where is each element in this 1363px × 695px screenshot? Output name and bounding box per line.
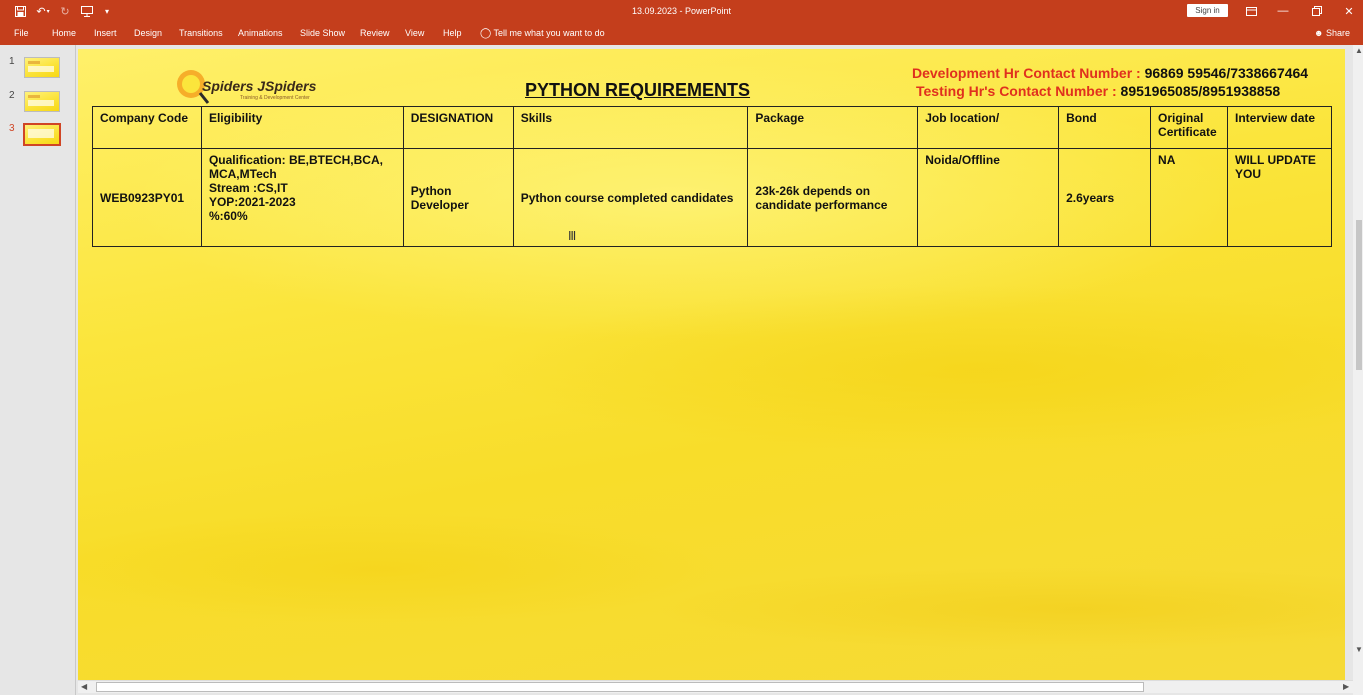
restore-icon[interactable] xyxy=(1302,0,1332,22)
dev-hr-label: Development Hr Contact Number : xyxy=(912,65,1145,81)
header-eligibility: Eligibility xyxy=(200,106,404,149)
slide-thumbnail-pane: 1 2 3 xyxy=(0,45,76,695)
logo-subtext: Training & Development Center xyxy=(240,95,310,101)
header-job-location: Job location/ xyxy=(917,106,1060,149)
slide-thumbnail-2[interactable] xyxy=(24,91,60,112)
dev-hr-number: 96869 59546/7338667464 xyxy=(1144,65,1309,81)
cell-skills: Python course completed candidates xyxy=(512,148,749,247)
tab-design[interactable]: Design xyxy=(134,22,162,45)
header-interview-date: Interview date xyxy=(1227,106,1332,149)
lightbulb-icon: ◯ xyxy=(480,28,492,39)
vertical-scrollbar[interactable] xyxy=(1353,45,1363,695)
window-title: 13.09.2023 - PowerPoint xyxy=(631,6,732,16)
cell-original-certificate: NA xyxy=(1150,148,1229,247)
header-designation: DESIGNATION xyxy=(402,106,514,149)
eligibility-line: YOP:2021-2023 xyxy=(208,195,296,209)
cell-company-code: WEB0923PY01 xyxy=(92,148,202,247)
header-skills: Skills xyxy=(512,106,749,149)
interview-date-line: YOU xyxy=(1235,167,1262,181)
share-button[interactable]: ☻ Share xyxy=(1314,22,1350,45)
tab-help[interactable]: Help xyxy=(443,22,462,45)
eligibility-line: Stream :CS,IT xyxy=(208,181,288,195)
scroll-up-arrow-icon[interactable]: ▲ xyxy=(1355,46,1363,55)
header-company-code: Company Code xyxy=(92,106,202,149)
vertical-scrollbar-thumb[interactable] xyxy=(1356,220,1362,370)
slide-thumbnail-1[interactable] xyxy=(24,57,60,78)
testing-hr-number: 8951965085/8951938858 xyxy=(1120,83,1281,99)
header-original-certificate: Original Certificate xyxy=(1150,106,1229,149)
eligibility-line: Qualification: BE,BTECH,BCA, xyxy=(208,153,383,167)
sign-in-button[interactable]: Sign in xyxy=(1187,4,1228,17)
dev-hr-contact: Development Hr Contact Number : 96869 59… xyxy=(912,65,1308,81)
cell-job-location: Noida/Offline xyxy=(917,148,1060,247)
table-row: WEB0923PY01 Qualification: BE,BTECH,BCA,… xyxy=(92,148,1332,247)
cell-interview-date: WILL UPDATE YOU xyxy=(1227,148,1332,247)
eligibility-line: %:60% xyxy=(208,209,248,223)
logo-text: Spiders JSpiders xyxy=(202,78,317,94)
eligibility-line: MCA,MTech xyxy=(208,167,277,181)
cell-bond: 2.6years xyxy=(1058,148,1152,247)
cell-designation: Python Developer xyxy=(402,148,514,247)
horizontal-scrollbar-thumb[interactable] xyxy=(96,682,1144,692)
tab-insert[interactable]: Insert xyxy=(94,22,117,45)
cell-package: 23k-26k depends on candidate performance xyxy=(747,148,919,247)
tell-me-label: Tell me what you want to do xyxy=(493,28,605,38)
minimize-icon[interactable]: — xyxy=(1268,0,1298,22)
slide-number-3: 3 xyxy=(9,123,15,134)
table-header-row: Company Code Eligibility DESIGNATION Ski… xyxy=(92,106,1332,149)
tab-transitions[interactable]: Transitions xyxy=(179,22,223,45)
package-line: 23k-26k depends on xyxy=(755,183,871,198)
testing-hr-contact: Testing Hr's Contact Number : 8951965085… xyxy=(916,83,1280,99)
ribbon-display-options-icon[interactable] xyxy=(1236,0,1266,22)
package-line: candidate performance xyxy=(755,197,888,212)
ribbon-tab-bar: File Home Insert Design Transitions Anim… xyxy=(0,22,1363,45)
header-package: Package xyxy=(747,106,919,149)
text-cursor-icon: Ⅲ xyxy=(568,229,577,243)
title-bar: ↶ ▾ ↻ ▾ 13.09.2023 - PowerPoint Sign in —… xyxy=(0,0,1363,22)
testing-hr-label: Testing Hr's Contact Number : xyxy=(916,83,1121,99)
tab-home[interactable]: Home xyxy=(52,22,76,45)
interview-date-line: WILL UPDATE xyxy=(1235,153,1316,167)
scroll-down-arrow-icon[interactable]: ▼ xyxy=(1355,645,1363,654)
slide-thumbnail-3[interactable] xyxy=(23,123,61,146)
slide-heading: PYTHON REQUIREMENTS xyxy=(525,80,751,100)
tab-file[interactable]: File xyxy=(14,22,29,45)
share-label: Share xyxy=(1326,28,1351,38)
close-icon[interactable]: ✕ xyxy=(1334,0,1363,22)
cell-eligibility: Qualification: BE,BTECH,BCA, MCA,MTech S… xyxy=(200,148,404,247)
requirements-table[interactable]: Company Code Eligibility DESIGNATION Ski… xyxy=(92,106,1332,247)
slide-number-1: 1 xyxy=(9,56,15,67)
designation-line: Developer xyxy=(410,197,469,212)
designation-line: Python xyxy=(410,183,452,198)
slide-number-2: 2 xyxy=(9,90,15,101)
slide-canvas[interactable]: Spiders JSpiders Training & Development … xyxy=(78,49,1345,680)
tab-animations[interactable]: Animations xyxy=(238,22,283,45)
tab-view[interactable]: View xyxy=(405,22,424,45)
scroll-right-arrow-icon[interactable]: ▶ xyxy=(1343,682,1349,691)
header-bond: Bond xyxy=(1058,106,1152,149)
tab-slide-show[interactable]: Slide Show xyxy=(300,22,345,45)
scroll-left-arrow-icon[interactable]: ◀ xyxy=(81,682,87,691)
qspiders-logo: Spiders JSpiders Training & Development … xyxy=(174,67,317,107)
tab-review[interactable]: Review xyxy=(360,22,390,45)
person-icon: ☻ xyxy=(1314,28,1324,38)
tell-me-search[interactable]: ◯ Tell me what you want to do xyxy=(480,22,605,45)
